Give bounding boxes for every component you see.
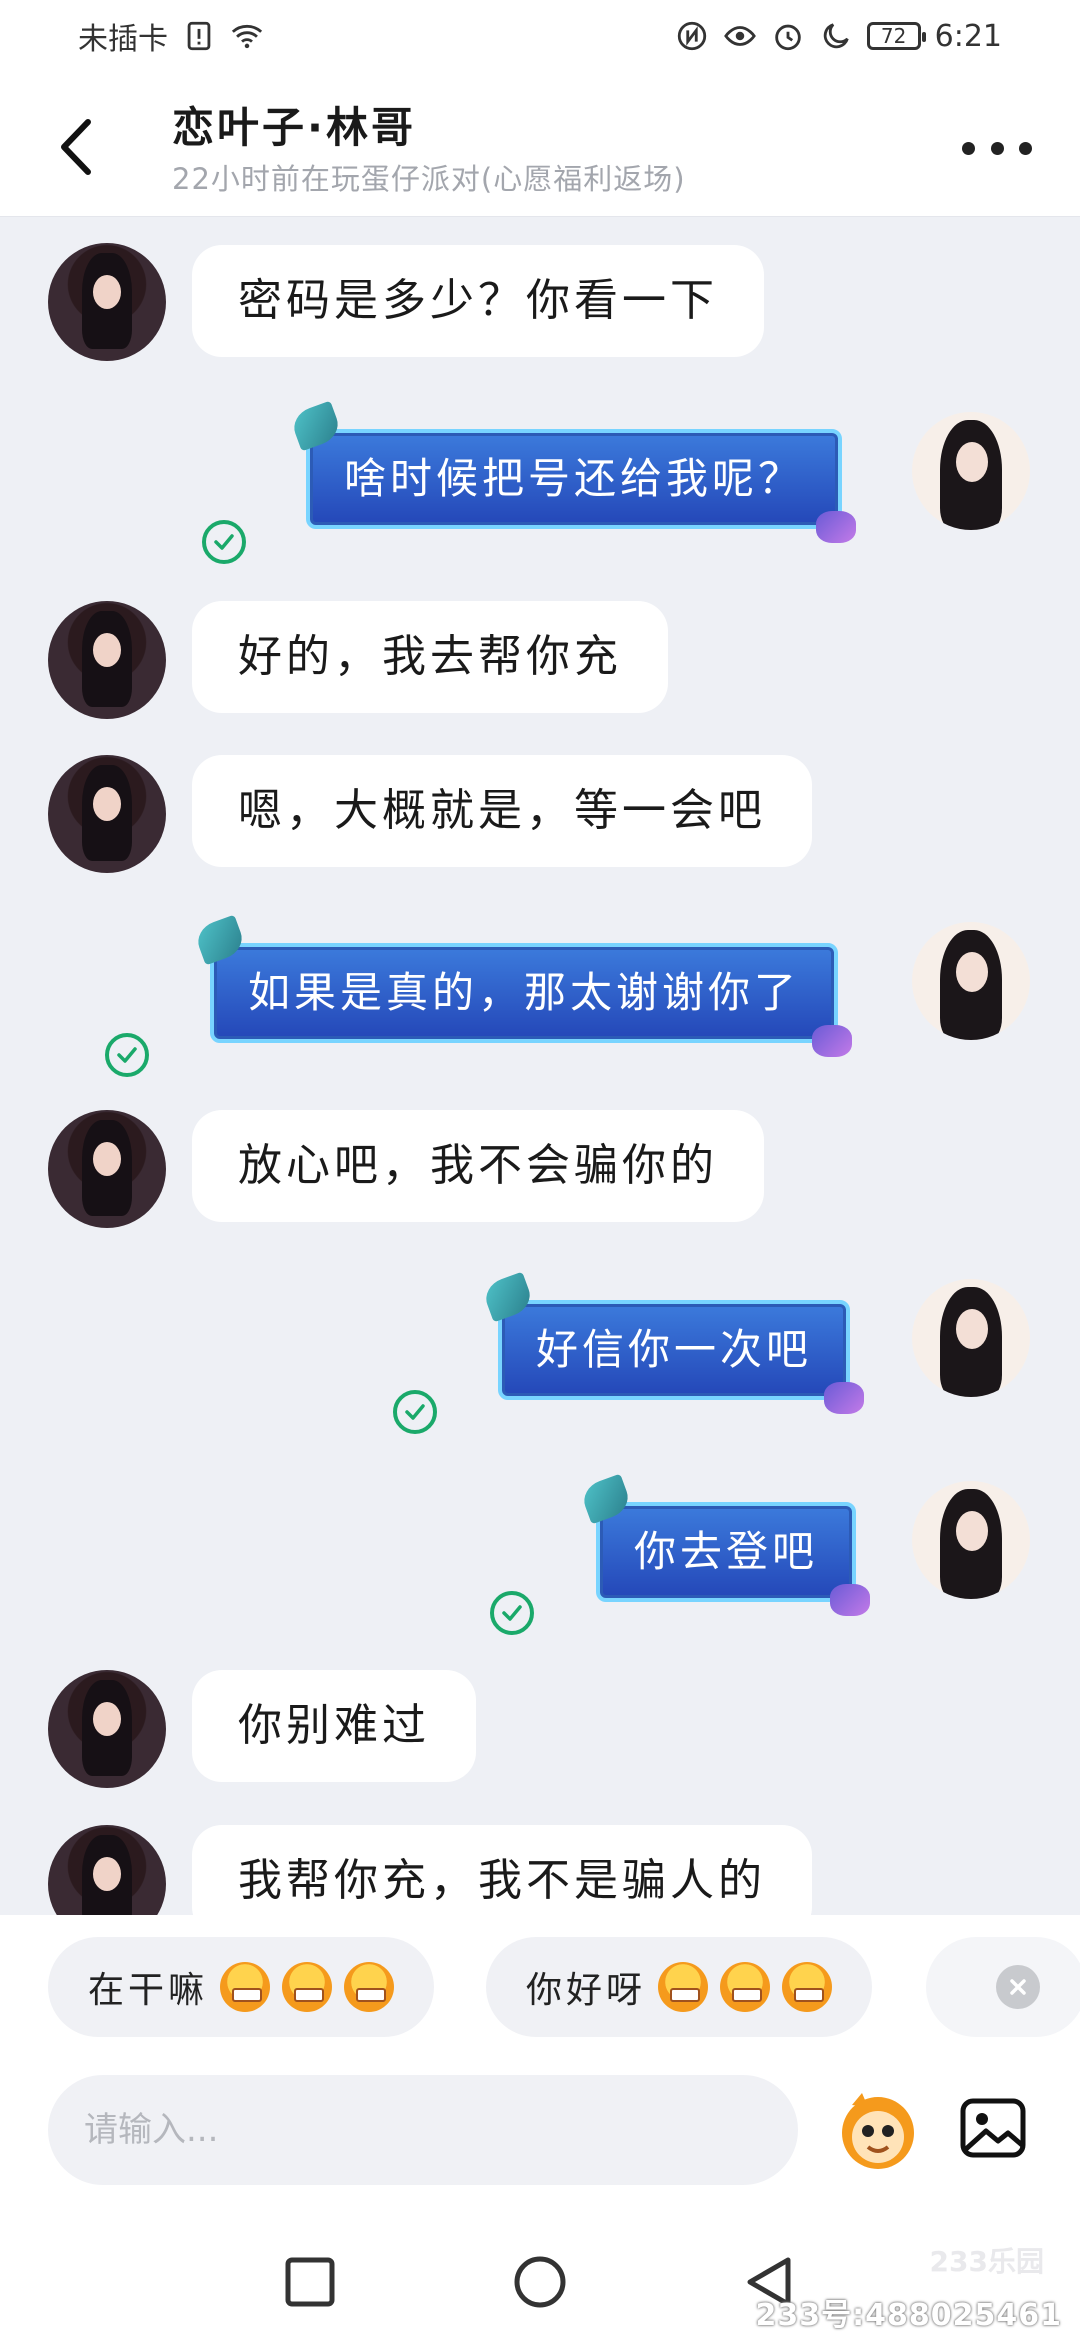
status-bar: 未插卡 72 6:21 <box>0 0 1080 72</box>
carrier-text: 未插卡 <box>78 22 168 57</box>
message-text: 如果是真的，那太谢谢你了 <box>248 968 801 1017</box>
contact-status: 22小时前在玩蛋仔派对(心愿福利返场) <box>172 162 686 196</box>
message-bubble-incoming[interactable]: 嗯，大概就是，等一会吧 <box>192 755 812 867</box>
emoji-sticker-icon[interactable] <box>832 2083 924 2175</box>
bubble-leaf-decoration-icon <box>288 400 344 452</box>
back-arrow-icon[interactable] <box>50 112 110 182</box>
contact-avatar[interactable] <box>48 755 166 873</box>
bubble-leaf-decoration-icon <box>578 1473 634 1525</box>
message-bubble-incoming[interactable]: 放心吧，我不会骗你的 <box>192 1110 764 1222</box>
message-text: 啥时候把号还给我呢？ <box>344 454 805 503</box>
bubble-flower-decoration-icon <box>816 511 857 543</box>
bubble-flower-decoration-icon <box>812 1025 853 1057</box>
contact-avatar[interactable] <box>48 1670 166 1788</box>
message-bubble-incoming[interactable]: 好的，我去帮你充 <box>192 601 668 713</box>
message-input[interactable] <box>48 2075 798 2185</box>
message-bubble-incoming[interactable]: 你别难过 <box>192 1670 476 1782</box>
message-text: 你去登吧 <box>634 1527 819 1576</box>
quick-reply-text: 在干嘛 <box>88 1970 209 2011</box>
contact-avatar[interactable] <box>48 1110 166 1228</box>
message-input-bar <box>0 2065 1080 2210</box>
bubble-leaf-decoration-icon <box>480 1271 536 1323</box>
read-check-icon <box>490 1591 534 1635</box>
quick-reply-chip[interactable]: 你好呀 <box>486 1937 873 2037</box>
recent-apps-square-icon[interactable] <box>280 2252 340 2312</box>
chat-header: 恋叶子·林哥 22小时前在玩蛋仔派对(心愿福利返场) <box>0 72 1080 217</box>
eye-comfort-icon <box>723 26 756 46</box>
quick-reply-text: 你好呀 <box>526 1970 647 2011</box>
watermark-id: 233号:488025461 <box>755 2298 1062 2333</box>
wifi-icon <box>231 24 263 49</box>
read-check-icon <box>202 520 246 564</box>
wow-monkey-emoji-icon <box>658 1962 709 2012</box>
home-circle-icon[interactable] <box>510 2252 570 2312</box>
system-nav-bar: 233乐园 233号:488025461 <box>0 2210 1080 2340</box>
contact-name[interactable]: 恋叶子·林哥 <box>172 94 416 155</box>
message-bubble-outgoing[interactable]: 啥时候把号还给我呢？ <box>288 400 857 543</box>
quick-reply-chip[interactable]: 在干嘛 <box>48 1937 435 2037</box>
message-bubble-outgoing[interactable]: 如果是真的，那太谢谢你了 <box>192 914 853 1057</box>
read-check-icon <box>105 1033 149 1077</box>
grin-monkey-emoji-icon <box>220 1962 271 2012</box>
close-quick-replies-icon[interactable] <box>996 1965 1040 2009</box>
contact-avatar[interactable] <box>48 601 166 719</box>
contact-avatar[interactable] <box>48 1825 166 1915</box>
quick-reply-bar: 在干嘛 你好呀 <box>0 1915 1080 2065</box>
my-avatar[interactable] <box>912 412 1030 530</box>
my-avatar[interactable] <box>912 922 1030 1040</box>
message-bubble-outgoing[interactable]: 好信你一次吧 <box>480 1271 865 1414</box>
nfc-icon <box>677 21 706 51</box>
my-avatar[interactable] <box>912 1279 1030 1397</box>
grin-monkey-emoji-icon <box>344 1962 395 2012</box>
bubble-flower-decoration-icon <box>830 1584 871 1616</box>
more-options-icon[interactable] <box>962 128 1032 168</box>
do-not-disturb-moon-icon <box>823 23 849 49</box>
grin-monkey-emoji-icon <box>282 1962 333 2012</box>
image-picker-icon[interactable] <box>958 2093 1028 2163</box>
message-bubble-outgoing[interactable]: 你去登吧 <box>578 1473 871 1616</box>
wow-monkey-emoji-icon <box>720 1962 771 2012</box>
message-bubble-incoming[interactable]: 我帮你充，我不是骗人的 <box>192 1825 812 1915</box>
read-check-icon <box>393 1390 437 1434</box>
message-bubble-incoming[interactable]: 密码是多少？你看一下 <box>192 245 764 357</box>
alarm-icon <box>774 24 801 51</box>
contact-avatar[interactable] <box>48 243 166 361</box>
bubble-leaf-decoration-icon <box>192 914 248 966</box>
message-list[interactable]: 密码是多少？你看一下 啥时候把号还给我呢？ 好的，我去帮你充 嗯，大概就是，等一… <box>0 217 1080 1915</box>
message-text: 好信你一次吧 <box>536 1325 813 1374</box>
my-avatar[interactable] <box>912 1481 1030 1599</box>
watermark-logo: 233乐园 <box>929 2245 1044 2278</box>
sim-alert-icon <box>187 21 211 51</box>
battery-icon: 72 <box>866 22 926 50</box>
status-time: 6:21 <box>934 18 1002 54</box>
wow-monkey-emoji-icon <box>782 1962 833 2012</box>
bubble-flower-decoration-icon <box>824 1382 865 1414</box>
